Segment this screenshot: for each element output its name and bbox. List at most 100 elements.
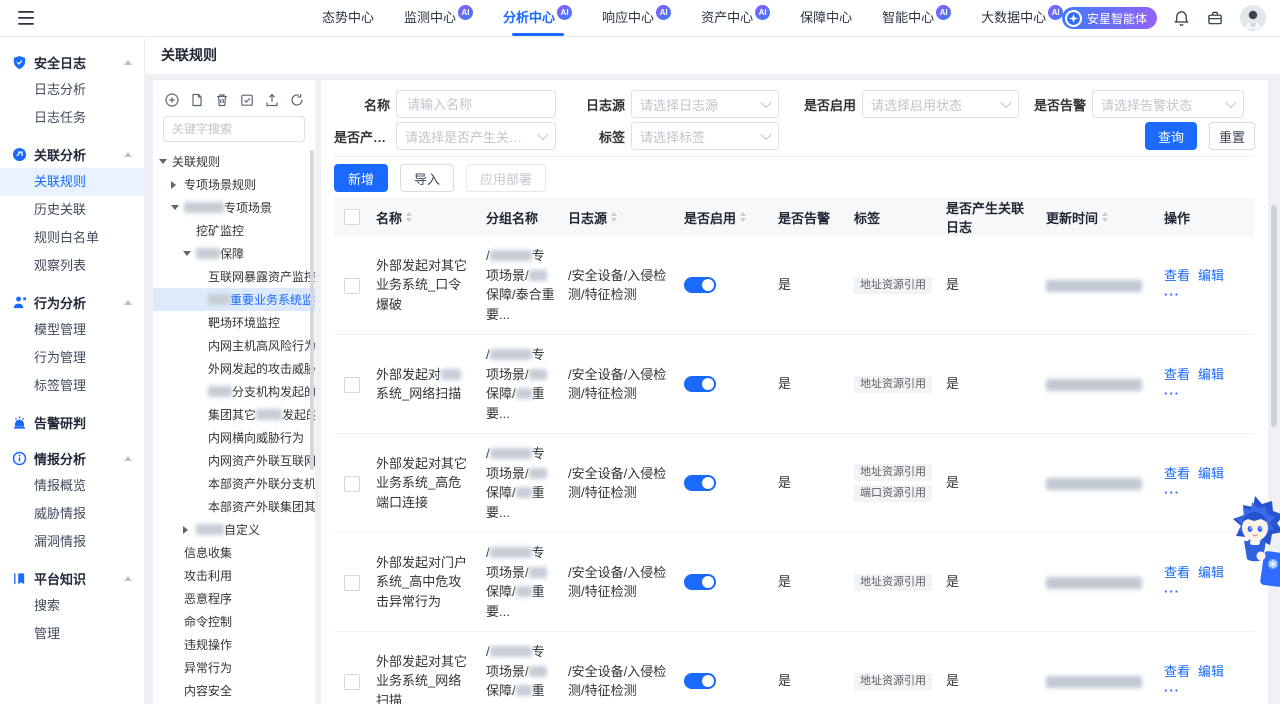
enable-toggle[interactable] — [684, 475, 716, 491]
sidebar-section-5[interactable]: 平台知识 — [0, 564, 144, 592]
tree-node-8[interactable]: 内网主机高风险行为... — [153, 334, 315, 357]
sort-icon[interactable] — [611, 212, 617, 222]
sidebar-item-管理[interactable]: 管理 — [0, 620, 144, 648]
add-rule-button[interactable]: 新增 — [334, 164, 388, 192]
reset-button[interactable]: 重置 — [1209, 122, 1255, 150]
tree-node-7[interactable]: 靶场环境监控 — [153, 311, 315, 334]
add-circle-icon[interactable] — [165, 93, 179, 107]
filter-select[interactable]: 请选择告警状态 — [1092, 90, 1244, 118]
tree-scrollbar[interactable] — [310, 150, 314, 470]
app-toolbox-icon[interactable] — [1206, 10, 1224, 27]
view-link[interactable]: 查看 — [1164, 466, 1190, 481]
sidebar-section-4[interactable]: 情报分析 — [0, 444, 144, 472]
sort-icon[interactable] — [406, 212, 412, 222]
sidebar-section-1[interactable]: 关联分析 — [0, 140, 144, 168]
more-actions-button[interactable]: ··· — [1164, 485, 1180, 500]
more-actions-button[interactable]: ··· — [1164, 584, 1180, 599]
tree-node-0[interactable]: 关联规则 — [153, 150, 315, 173]
refresh-icon[interactable] — [290, 93, 304, 107]
tree-search-input[interactable] — [163, 116, 305, 142]
nav-item-7[interactable]: 大数据中心AI — [981, 0, 1063, 36]
view-link[interactable]: 查看 — [1164, 565, 1190, 580]
sort-icon[interactable] — [1102, 212, 1108, 222]
nav-item-4[interactable]: 资产中心AI — [701, 0, 770, 36]
menu-hamburger-icon[interactable] — [18, 11, 34, 25]
chevron-down-icon[interactable] — [183, 251, 196, 256]
enable-toggle[interactable] — [684, 673, 716, 689]
export-icon[interactable] — [265, 93, 279, 107]
view-link[interactable]: 查看 — [1164, 268, 1190, 283]
chevron-down-icon[interactable] — [159, 159, 172, 164]
chevron-down-icon[interactable] — [171, 205, 184, 210]
sidebar-item-历史关联[interactable]: 历史关联 — [0, 196, 144, 224]
tree-node-4[interactable]: 保障 — [153, 242, 315, 265]
sort-icon[interactable] — [740, 212, 746, 222]
sidebar-item-日志任务[interactable]: 日志任务 — [0, 104, 144, 132]
delete-icon[interactable] — [215, 93, 229, 107]
tree-node-17[interactable]: 信息收集 — [153, 541, 315, 564]
sidebar-item-行为管理[interactable]: 行为管理 — [0, 344, 144, 372]
tree-node-9[interactable]: 外网发起的攻击威胁 — [153, 357, 315, 380]
row-checkbox[interactable] — [344, 476, 360, 492]
column-header-0[interactable]: 名称 — [370, 198, 480, 236]
sidebar-section-3[interactable]: 告警研判 — [0, 408, 144, 436]
sidebar-item-日志分析[interactable]: 日志分析 — [0, 76, 144, 104]
tree-node-14[interactable]: 本部资产外联分支机... — [153, 472, 315, 495]
tree-node-15[interactable]: 本部资产外联集团其... — [153, 495, 315, 518]
more-actions-button[interactable]: ··· — [1164, 386, 1180, 401]
tree-node-5[interactable]: 互联网暴露资产监控 — [153, 265, 315, 288]
ai-assistant-button[interactable]: 安星智能体 — [1062, 7, 1157, 29]
query-button[interactable]: 查询 — [1145, 122, 1197, 150]
sidebar-item-漏洞情报[interactable]: 漏洞情报 — [0, 528, 144, 556]
column-header-2[interactable]: 日志源 — [562, 198, 678, 236]
sidebar-item-搜索[interactable]: 搜索 — [0, 592, 144, 620]
edit-link[interactable]: 编辑 — [1198, 664, 1224, 679]
tree-node-1[interactable]: 专项场景规则 — [153, 173, 315, 196]
nav-item-6[interactable]: 智能中心AI — [882, 0, 951, 36]
enable-toggle[interactable] — [684, 277, 716, 293]
name-filter-input[interactable] — [405, 96, 547, 113]
nav-item-2[interactable]: 分析中心AI — [503, 0, 572, 36]
notification-bell-icon[interactable] — [1173, 10, 1190, 27]
select-all-checkbox[interactable] — [344, 209, 360, 225]
tree-node-16[interactable]: 自定义 — [153, 518, 315, 541]
sidebar-item-规则白名单[interactable]: 规则白名单 — [0, 224, 144, 252]
sidebar-section-0[interactable]: 安全日志 — [0, 48, 144, 76]
new-file-icon[interactable] — [190, 93, 204, 107]
nav-item-1[interactable]: 监测中心AI — [404, 0, 473, 36]
sidebar-item-威胁情报[interactable]: 威胁情报 — [0, 500, 144, 528]
tree-node-13[interactable]: 内网资产外联互联网... — [153, 449, 315, 472]
enable-toggle[interactable] — [684, 574, 716, 590]
filter-select[interactable]: 请选择标签 — [631, 122, 779, 150]
sidebar-item-观察列表[interactable]: 观察列表 — [0, 252, 144, 280]
tree-node-2[interactable]: 专项场景 — [153, 196, 315, 219]
sidebar-item-关联规则[interactable]: 关联规则 — [0, 168, 144, 196]
tree-node-6[interactable]: 重要业务系统监控 — [153, 288, 315, 311]
tree-node-18[interactable]: 攻击利用 — [153, 564, 315, 587]
row-checkbox[interactable] — [344, 377, 360, 393]
edit-link[interactable]: 编辑 — [1198, 367, 1224, 382]
edit-link[interactable]: 编辑 — [1198, 565, 1224, 580]
user-avatar[interactable] — [1240, 5, 1266, 31]
tree-node-23[interactable]: 内容安全 — [153, 679, 315, 702]
row-checkbox[interactable] — [344, 278, 360, 294]
sidebar-item-模型管理[interactable]: 模型管理 — [0, 316, 144, 344]
tree-node-11[interactable]: 集团其它发起的... — [153, 403, 315, 426]
tree-node-20[interactable]: 命令控制 — [153, 610, 315, 633]
tree-node-12[interactable]: 内网横向威胁行为 — [153, 426, 315, 449]
page-scrollbar[interactable] — [1271, 205, 1277, 427]
edit-link[interactable]: 编辑 — [1198, 268, 1224, 283]
enable-toggle[interactable] — [684, 376, 716, 392]
sidebar-section-2[interactable]: 行为分析 — [0, 288, 144, 316]
nav-item-0[interactable]: 态势中心 — [322, 0, 374, 36]
sidebar-item-情报概览[interactable]: 情报概览 — [0, 472, 144, 500]
filter-select[interactable]: 请选择日志源 — [631, 90, 779, 118]
tree-node-3[interactable]: 挖矿监控 — [153, 219, 315, 242]
filter-select[interactable]: 请选择启用状态 — [862, 90, 1019, 118]
filter-select[interactable]: 请选择是否产生关联日志 — [396, 122, 556, 150]
import-button[interactable]: 导入 — [400, 164, 454, 192]
nav-item-5[interactable]: 保障中心 — [800, 0, 852, 36]
chevron-right-icon[interactable] — [183, 526, 196, 534]
more-actions-button[interactable]: ··· — [1164, 683, 1180, 698]
tree-node-22[interactable]: 异常行为 — [153, 656, 315, 679]
